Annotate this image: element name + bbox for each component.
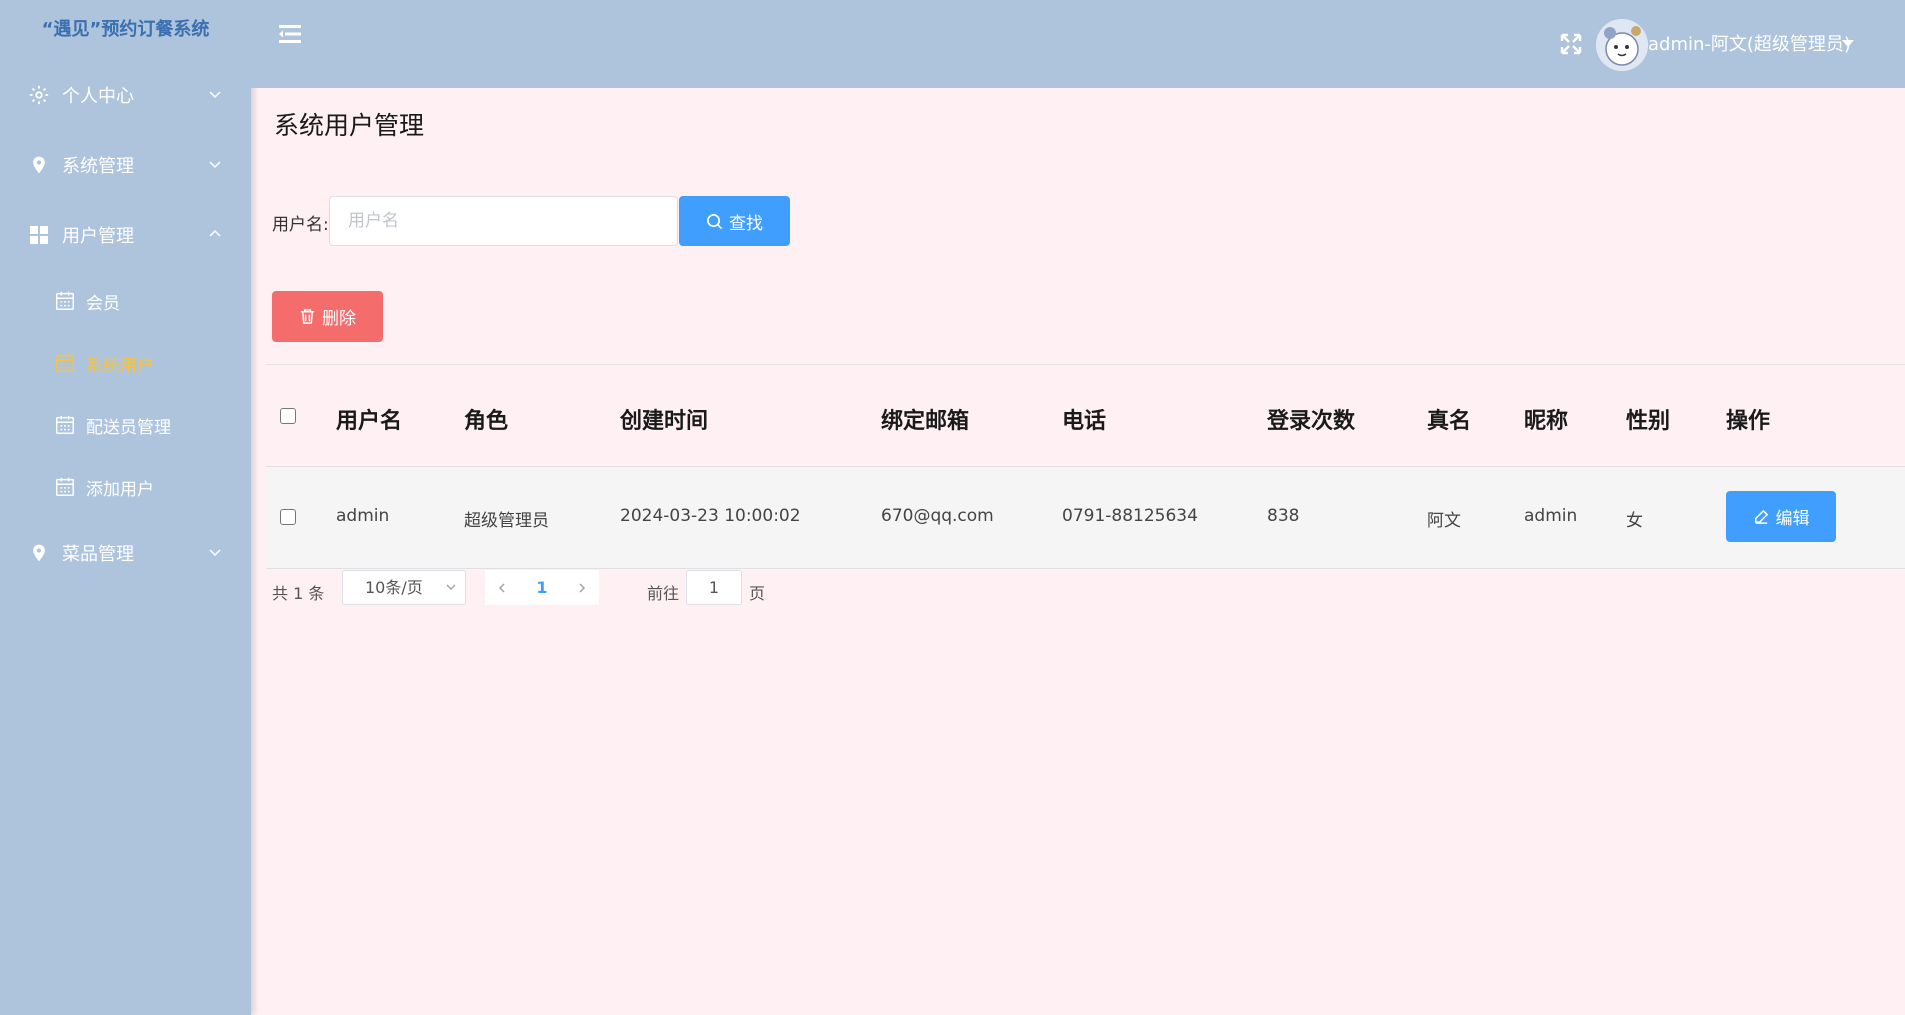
grid-icon bbox=[28, 224, 50, 246]
goto-label: 前往 bbox=[647, 584, 680, 603]
search-button[interactable]: 查找 bbox=[679, 196, 790, 246]
gear-icon bbox=[28, 84, 50, 106]
sidebar-item-label: 系统管理 bbox=[62, 156, 134, 177]
page-size-value: 10条/页 bbox=[365, 578, 423, 597]
sidebar-item-user-management[interactable]: 用户管理 bbox=[0, 200, 251, 270]
cell-created: 2024-03-23 10:00:02 bbox=[620, 506, 801, 526]
cell-username: admin bbox=[336, 506, 390, 526]
fullscreen-icon[interactable] bbox=[1559, 32, 1583, 56]
username-search-input[interactable] bbox=[329, 196, 678, 246]
search-label: 用户名: bbox=[272, 215, 329, 235]
edit-button[interactable]: 编辑 bbox=[1726, 491, 1836, 542]
trash-icon bbox=[300, 309, 315, 324]
users-table: 用户名 角色 创建时间 绑定邮箱 电话 登录次数 真名 昵称 性别 操作 adm… bbox=[266, 364, 1905, 569]
sidebar-item-system-management[interactable]: 系统管理 bbox=[0, 130, 251, 200]
sidebar-subitem-add-user[interactable]: 添加用户 bbox=[0, 456, 251, 518]
column-header-gender: 性别 bbox=[1626, 409, 1671, 434]
edit-icon bbox=[1754, 509, 1768, 524]
cell-phone: 0791-88125634 bbox=[1062, 506, 1198, 526]
sidebar-item-label: 用户管理 bbox=[62, 226, 134, 247]
sidebar-subitem-label: 配送员管理 bbox=[86, 417, 171, 438]
page-size-select[interactable]: 10条/页 bbox=[342, 570, 466, 605]
chevron-right-icon bbox=[579, 582, 586, 593]
sidebar-item-personal-center[interactable]: 个人中心 bbox=[0, 60, 251, 130]
app-title: “遇见”预约订餐系统 bbox=[41, 19, 210, 40]
cell-gender: 女 bbox=[1626, 511, 1643, 531]
row-checkbox[interactable] bbox=[280, 509, 296, 525]
select-all-checkbox[interactable] bbox=[280, 408, 296, 424]
cell-realname: 阿文 bbox=[1427, 511, 1461, 531]
sidebar-subitem-delivery-management[interactable]: 配送员管理 bbox=[0, 394, 251, 456]
top-header: admin-阿文(超级管理员) bbox=[251, 0, 1905, 88]
column-header-role: 角色 bbox=[464, 409, 509, 434]
pagination: 共 1 条 10条/页 1 前往 页 bbox=[266, 570, 1905, 626]
column-header-actions: 操作 bbox=[1726, 409, 1771, 434]
edit-button-label: 编辑 bbox=[1775, 509, 1810, 529]
sidebar: “遇见”预约订餐系统 个人中心 系统管理 用户管理 会员 系统用户 配送员管理 bbox=[0, 0, 251, 1015]
delete-button[interactable]: 删除 bbox=[272, 291, 383, 342]
column-header-phone: 电话 bbox=[1062, 409, 1107, 434]
prev-page-button[interactable] bbox=[485, 570, 519, 605]
sidebar-subitem-label: 添加用户 bbox=[86, 479, 154, 500]
location-pin-icon bbox=[28, 154, 50, 176]
sidebar-subitem-label: 系统用户 bbox=[86, 355, 154, 376]
goto-suffix: 页 bbox=[749, 584, 766, 603]
page-number-current[interactable]: 1 bbox=[519, 570, 565, 605]
goto-page-input[interactable] bbox=[686, 570, 742, 605]
cell-email: 670@qq.com bbox=[881, 506, 994, 526]
search-icon bbox=[707, 213, 723, 229]
pagination-total: 共 1 条 bbox=[272, 584, 325, 603]
sidebar-subitem-members[interactable]: 会员 bbox=[0, 270, 251, 332]
menu-toggle-icon[interactable] bbox=[277, 22, 305, 46]
cell-nickname: admin bbox=[1524, 506, 1578, 526]
user-dropdown-label[interactable]: admin-阿文(超级管理员) bbox=[1648, 30, 1851, 56]
next-page-button[interactable] bbox=[565, 570, 599, 605]
calendar-icon bbox=[56, 291, 74, 310]
column-header-nickname: 昵称 bbox=[1524, 409, 1569, 434]
search-button-label: 查找 bbox=[729, 213, 763, 234]
sidebar-subitem-label: 会员 bbox=[86, 293, 120, 314]
delete-button-label: 删除 bbox=[322, 309, 356, 329]
cell-login-count: 838 bbox=[1267, 506, 1300, 526]
table-header: 用户名 角色 创建时间 绑定邮箱 电话 登录次数 真名 昵称 性别 操作 bbox=[266, 364, 1905, 467]
cell-role: 超级管理员 bbox=[464, 511, 549, 531]
avatar[interactable] bbox=[1596, 19, 1648, 71]
sidebar-subitem-system-users[interactable]: 系统用户 bbox=[0, 332, 251, 394]
chevron-down-icon bbox=[209, 161, 221, 169]
column-header-username: 用户名 bbox=[336, 409, 403, 434]
column-header-realname: 真名 bbox=[1427, 409, 1472, 434]
chevron-up-icon bbox=[209, 229, 221, 237]
column-header-email: 绑定邮箱 bbox=[881, 409, 970, 434]
column-header-created: 创建时间 bbox=[620, 409, 709, 434]
sidebar-item-label: 菜品管理 bbox=[62, 544, 134, 565]
calendar-icon bbox=[56, 477, 74, 496]
chevron-down-icon bbox=[446, 584, 456, 590]
column-header-login-count: 登录次数 bbox=[1267, 409, 1356, 434]
sidebar-item-dish-management[interactable]: 菜品管理 bbox=[0, 518, 251, 588]
calendar-icon bbox=[56, 415, 74, 434]
caret-down-icon[interactable] bbox=[1841, 38, 1855, 48]
calendar-icon bbox=[56, 353, 74, 372]
sidebar-item-label: 个人中心 bbox=[62, 86, 134, 107]
page-title: 系统用户管理 bbox=[274, 111, 425, 140]
chevron-left-icon bbox=[498, 582, 505, 593]
location-pin-icon bbox=[28, 542, 50, 564]
table-row: admin 超级管理员 2024-03-23 10:00:02 670@qq.c… bbox=[266, 467, 1905, 569]
chevron-down-icon bbox=[209, 549, 221, 557]
chevron-down-icon bbox=[209, 91, 221, 99]
